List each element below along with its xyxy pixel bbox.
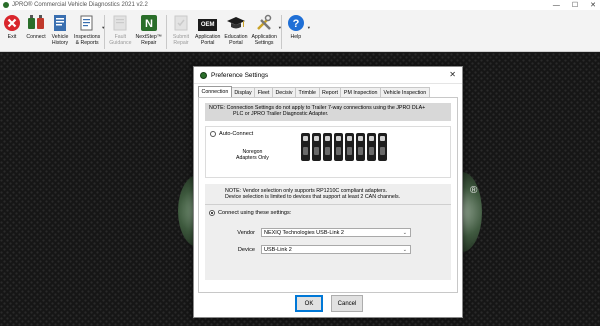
- close-icon[interactable]: ✕: [449, 71, 456, 79]
- connection-note-line2: PLC or JPRO Trailer Diagnostic Adapter.: [233, 111, 329, 118]
- maximize-icon[interactable]: ☐: [572, 1, 578, 9]
- fault-guidance-button[interactable]: Fault Guidance: [107, 13, 133, 51]
- manual-connect-section: NOTE: Vendor selection only supports RP1…: [205, 184, 451, 280]
- toolbar-separator: [104, 15, 106, 49]
- close-window-icon[interactable]: ✕: [590, 1, 596, 9]
- dropdown-arrow-icon[interactable]: ▼: [278, 25, 282, 30]
- vendor-label: Vendor: [237, 230, 255, 236]
- tab-vehicle-inspection[interactable]: Vehicle Inspection: [380, 87, 430, 97]
- cancel-button[interactable]: Cancel: [331, 295, 363, 312]
- dialog-app-icon: [200, 71, 207, 79]
- submit-repair-button[interactable]: Submit Repair: [169, 13, 193, 51]
- main-toolbar: Exit Connect Vehicle History Inspections…: [0, 10, 600, 52]
- adapter-image: [301, 133, 310, 161]
- vendor-select[interactable]: NEXIQ Technologies USB-Link 2 ⌄: [261, 228, 411, 237]
- tools-icon: [254, 13, 274, 33]
- noregon-adapters-label: Noregon Adapters Only: [236, 149, 269, 161]
- adapter-image: [356, 133, 365, 161]
- graduation-cap-icon: [226, 13, 246, 33]
- window-title: JPRO® Commercial Vehicle Diagnostics 202…: [12, 2, 148, 8]
- dropdown-arrow-icon[interactable]: ▼: [307, 25, 311, 30]
- auto-connect-radio[interactable]: [210, 131, 216, 137]
- ok-button[interactable]: OK: [295, 295, 323, 312]
- auto-connect-section: Auto-Connect Noregon Adapters Only: [205, 126, 451, 178]
- title-bar: JPRO® Commercial Vehicle Diagnostics 202…: [0, 0, 600, 10]
- auto-connect-label: Auto-Connect: [219, 131, 254, 137]
- connect-button[interactable]: Connect: [24, 13, 48, 51]
- chevron-down-icon: ⌄: [402, 247, 407, 253]
- settings-tabs: Connection Display Fleet Decisiv Trimble…: [198, 86, 430, 97]
- connect-using-settings-label: Connect using these settings:: [218, 210, 292, 216]
- vehicle-history-button[interactable]: Vehicle History: [48, 13, 72, 51]
- device-select[interactable]: USB-Link 2 ⌄: [261, 245, 411, 254]
- application-portal-button[interactable]: OEM Application Portal: [193, 13, 222, 51]
- svg-text:N: N: [145, 18, 153, 30]
- connect-icon: [26, 13, 46, 33]
- help-button[interactable]: ? Help ▼: [284, 13, 311, 51]
- connection-panel: NOTE: Connection Settings do not apply t…: [198, 97, 458, 293]
- connection-note: NOTE: Connection Settings do not apply t…: [205, 103, 451, 121]
- fault-guidance-icon: [110, 13, 130, 33]
- auto-connect-option[interactable]: Auto-Connect: [210, 131, 253, 137]
- dropdown-arrow-icon[interactable]: ▼: [101, 25, 105, 30]
- tab-pm-inspection[interactable]: PM Inspection: [340, 87, 381, 97]
- tab-fleet[interactable]: Fleet: [254, 87, 273, 97]
- minimize-icon[interactable]: —: [553, 2, 560, 9]
- education-portal-button[interactable]: Education Portal: [222, 13, 249, 51]
- device-label: Device: [237, 247, 255, 253]
- exit-button[interactable]: Exit: [0, 13, 24, 51]
- help-icon: ?: [286, 13, 306, 33]
- app-logo-icon: [3, 2, 9, 8]
- submit-repair-icon: [171, 13, 191, 33]
- window-controls: — ☐ ✕: [553, 0, 596, 10]
- svg-text:?: ?: [292, 18, 299, 30]
- registered-mark: ®: [470, 185, 478, 196]
- adapter-images: [301, 133, 395, 163]
- adapter-image: [345, 133, 354, 161]
- section-divider: [205, 204, 451, 205]
- dialog-title: Preference Settings: [211, 71, 269, 79]
- adapter-image: [312, 133, 321, 161]
- connection-note-line1: NOTE: Connection Settings do not apply t…: [209, 105, 426, 111]
- adapter-image: [323, 133, 332, 161]
- adapter-image: [367, 133, 376, 161]
- nextstep-repair-button[interactable]: N NextStep™ Repair: [133, 13, 164, 51]
- vehicle-history-icon: [50, 13, 70, 33]
- toolbar-separator: [280, 15, 282, 49]
- adapter-image: [334, 133, 343, 161]
- adapter-image: [378, 133, 387, 161]
- oem-icon: OEM: [198, 13, 218, 33]
- connect-using-settings-radio[interactable]: [209, 210, 215, 216]
- inspections-icon: [77, 13, 97, 33]
- exit-icon: [2, 13, 22, 33]
- vendor-note: NOTE: Vendor selection only supports RP1…: [225, 188, 401, 201]
- preference-settings-dialog: Preference Settings ✕ Connection Display…: [193, 66, 463, 318]
- tab-connection[interactable]: Connection: [198, 86, 232, 97]
- inspections-reports-button[interactable]: Inspections & Reports ▼: [72, 13, 105, 51]
- tab-display[interactable]: Display: [230, 87, 256, 97]
- tab-trimble[interactable]: Trimble: [295, 87, 320, 97]
- tab-decisiv[interactable]: Decisiv: [271, 87, 297, 97]
- application-settings-button[interactable]: Application Settings ▼: [249, 13, 282, 51]
- nextstep-icon: N: [139, 13, 159, 33]
- dialog-title-bar: Preference Settings: [194, 67, 462, 84]
- toolbar-separator: [166, 15, 167, 49]
- tab-report[interactable]: Report: [318, 87, 342, 97]
- connect-using-settings-option[interactable]: Connect using these settings:: [209, 210, 291, 216]
- chevron-down-icon: ⌄: [402, 230, 407, 236]
